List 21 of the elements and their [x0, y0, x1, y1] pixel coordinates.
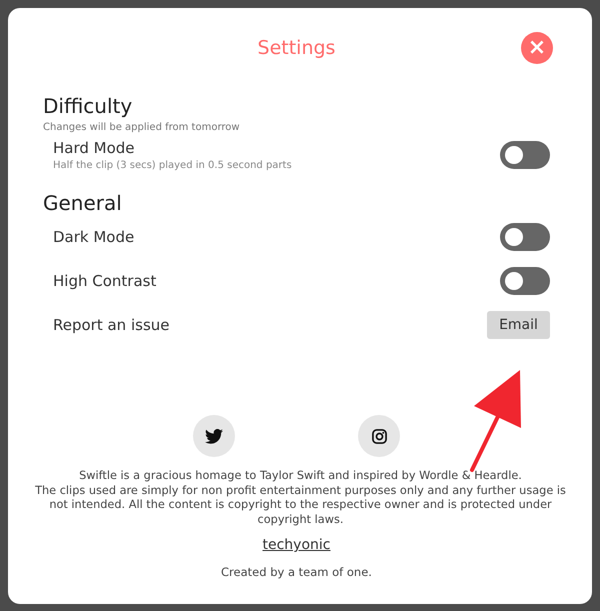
section-note: Changes will be applied from tomorrow: [43, 122, 241, 133]
section-heading: Difficulty: [43, 94, 134, 118]
social-button[interactable]: [358, 415, 400, 457]
credit-text: Created by a team of one.: [220, 565, 373, 580]
toggle-switch[interactable]: [500, 267, 550, 295]
section-heading: General: [43, 191, 123, 215]
email-button[interactable]: Email: [487, 311, 550, 339]
bird-icon: [205, 428, 223, 444]
disclaimer-text: The clips used are simply for non profit entertainment purposes only and any further usage is not intended. All the content is copyright to the respective owner and is protected under copyright laws.: [34, 484, 567, 528]
setting-label: Hard Mode: [53, 139, 136, 157]
website-link[interactable]: techyonic: [43, 537, 550, 554]
disclaimer-text: Swiftle is a gracious homage to Taylor Swift and inspired by Wordle & Heardle.: [78, 469, 523, 484]
camera-icon: [372, 428, 386, 444]
setting-description: Half the clip (3 secs) played in 0.5 second parts: [53, 160, 292, 171]
toggle-switch[interactable]: [500, 223, 550, 251]
dialog-title: Settings: [258, 37, 336, 59]
toggle-switch[interactable]: [500, 141, 550, 169]
setting-label: High Contrast: [53, 272, 156, 290]
social-button[interactable]: [193, 415, 235, 457]
setting-label: Dark Mode: [53, 228, 134, 246]
setting-label: Report an issue: [53, 316, 170, 334]
